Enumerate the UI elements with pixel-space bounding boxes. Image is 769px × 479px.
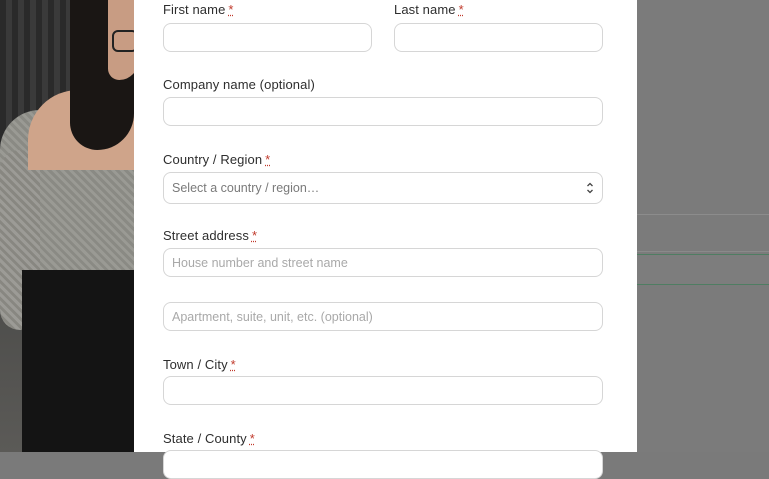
street-address-input[interactable]: [163, 248, 603, 277]
country-select[interactable]: Select a country / region…: [163, 172, 603, 204]
first-name-label: First name *: [163, 2, 234, 17]
state-county-label: State / County *: [163, 431, 255, 446]
required-marker: *: [249, 431, 255, 446]
required-marker: *: [458, 2, 464, 17]
background-page: [637, 0, 769, 452]
required-marker: *: [251, 228, 258, 243]
last-name-input[interactable]: [394, 23, 603, 52]
country-select-value: Select a country / region…: [172, 181, 320, 195]
first-name-input[interactable]: [163, 23, 372, 52]
apartment-input[interactable]: [163, 302, 603, 331]
state-county-input[interactable]: [163, 450, 603, 479]
town-city-label: Town / City *: [163, 357, 236, 372]
chevron-up-down-icon: [587, 182, 593, 194]
country-label: Country / Region *: [163, 152, 271, 167]
required-marker: *: [265, 152, 271, 167]
town-city-input[interactable]: [163, 376, 603, 405]
billing-form-modal: First name * Last name * Company name (opt…: [134, 0, 637, 479]
required-marker: *: [230, 357, 236, 372]
company-label: Company name (optional): [163, 77, 315, 92]
background-photo: [0, 0, 134, 452]
company-input[interactable]: [163, 97, 603, 126]
street-address-label: Street address *: [163, 228, 258, 243]
last-name-label: Last name *: [394, 2, 464, 17]
required-marker: *: [228, 2, 234, 17]
